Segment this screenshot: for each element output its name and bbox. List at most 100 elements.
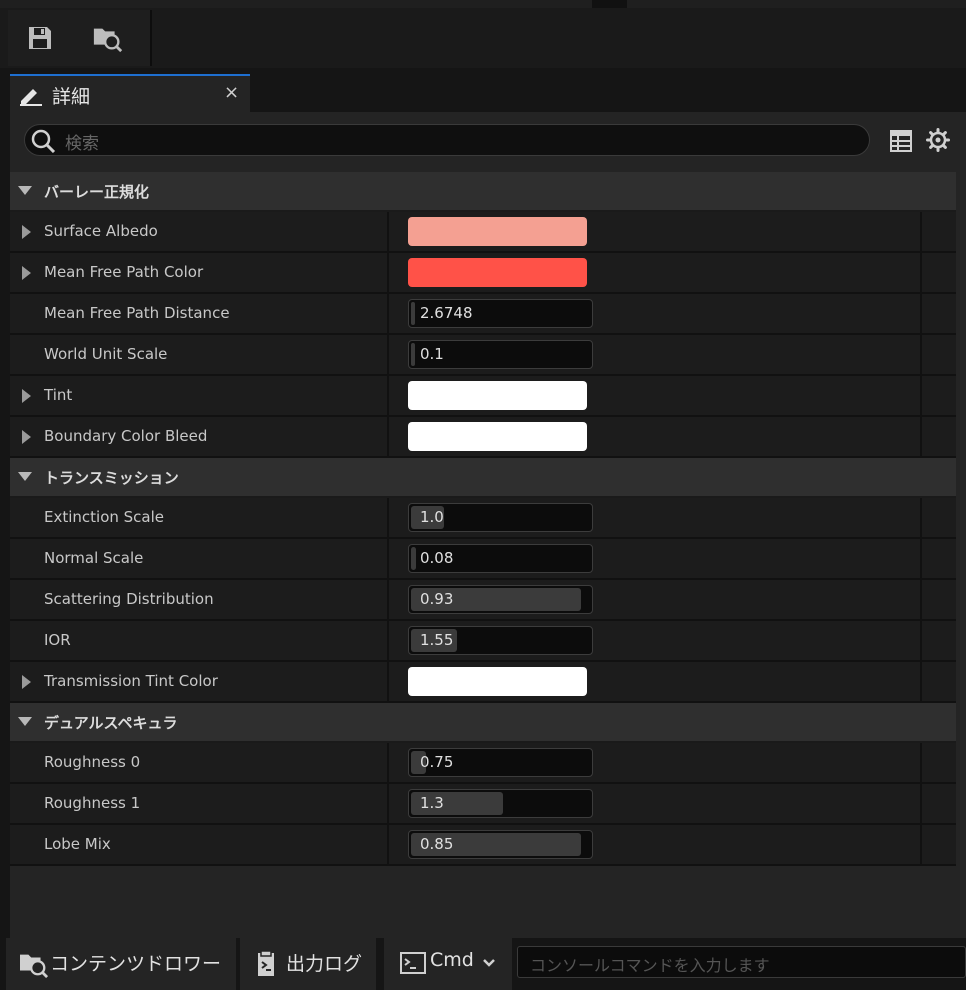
property-reset-cell	[922, 621, 956, 660]
property-name-cell: Tint	[10, 376, 389, 415]
category-header[interactable]: バーレー正規化	[10, 172, 956, 212]
details-panel: 検索 バーレー正規化 Surface Albedo Mean Free Path C…	[10, 112, 966, 938]
value-fill-bar	[411, 302, 415, 325]
property-row: Roughness 0 0.75	[10, 743, 956, 784]
expand-arrow-icon[interactable]	[22, 430, 31, 444]
property-label: World Unit Scale	[44, 345, 168, 363]
numeric-input[interactable]: 0.08	[408, 544, 593, 573]
color-swatch[interactable]	[408, 667, 587, 696]
property-label: Roughness 1	[44, 794, 141, 812]
content-drawer-button[interactable]: コンテンツドロワー	[6, 938, 236, 990]
numeric-value: 0.75	[420, 753, 454, 771]
category-header[interactable]: デュアルスペキュラ	[10, 703, 956, 743]
color-swatch[interactable]	[408, 258, 587, 287]
numeric-input[interactable]: 0.75	[408, 748, 593, 777]
bottom-bar: コンテンツドロワー 出力ログ Cmd コンソールコマンドを入力します	[0, 938, 966, 990]
content-drawer-label: コンテンツドロワー	[50, 953, 222, 975]
numeric-input[interactable]: 1.3	[408, 789, 593, 818]
property-row: Lobe Mix 0.85	[10, 825, 956, 866]
numeric-value: 1.0	[420, 508, 444, 526]
property-reset-cell	[922, 662, 956, 701]
numeric-value: 0.08	[420, 549, 454, 567]
property-reset-cell	[922, 743, 956, 782]
property-row: Mean Free Path Distance 2.6748	[10, 294, 956, 335]
expand-arrow-icon[interactable]	[22, 225, 31, 239]
close-icon[interactable]: ×	[224, 82, 239, 103]
toolbar	[0, 8, 966, 68]
property-label: Boundary Color Bleed	[44, 427, 208, 445]
save-icon	[29, 27, 51, 49]
toolbar-group	[8, 10, 152, 66]
table-view-icon[interactable]	[890, 130, 912, 152]
console-placeholder: コンソールコマンドを入力します	[530, 956, 770, 975]
property-label: Mean Free Path Color	[44, 263, 204, 281]
property-label: Mean Free Path Distance	[44, 304, 230, 322]
cmd-dropdown[interactable]: Cmd	[384, 938, 512, 990]
folder-search-icon	[20, 954, 49, 978]
numeric-input[interactable]: 0.93	[408, 585, 593, 614]
property-value-cell: 2.6748	[389, 294, 922, 333]
expand-arrow-icon[interactable]	[22, 675, 31, 689]
property-row: Surface Albedo	[10, 212, 956, 253]
property-row: Boundary Color Bleed	[10, 417, 956, 458]
category-header[interactable]: トランスミッション	[10, 458, 956, 498]
property-reset-cell	[922, 335, 956, 374]
numeric-input[interactable]: 2.6748	[408, 299, 593, 328]
property-value-cell: 0.93	[389, 580, 922, 619]
numeric-value: 0.1	[420, 345, 444, 363]
console-input[interactable]: コンソールコマンドを入力します	[517, 946, 966, 978]
property-reset-cell	[922, 376, 956, 415]
save-button[interactable]	[24, 22, 56, 54]
tab-details[interactable]: 詳細 ×	[10, 74, 250, 112]
property-label: Normal Scale	[44, 549, 144, 567]
top-strip-segment	[627, 0, 966, 8]
chevron-down-icon	[483, 959, 495, 967]
property-row: Transmission Tint Color	[10, 662, 956, 703]
tab-title: 詳細	[52, 86, 91, 108]
property-name-cell: Transmission Tint Color	[10, 662, 389, 701]
search-input[interactable]: 検索	[24, 124, 870, 156]
property-name-cell: Normal Scale	[10, 539, 389, 578]
category-label: デュアルスペキュラ	[44, 714, 178, 732]
property-row: IOR 1.55	[10, 621, 956, 662]
collapse-arrow-icon	[18, 717, 32, 726]
property-reset-cell	[922, 253, 956, 292]
expand-arrow-icon[interactable]	[22, 389, 31, 403]
property-reset-cell	[922, 539, 956, 578]
property-value-cell: 0.75	[389, 743, 922, 782]
numeric-input[interactable]: 0.1	[408, 340, 593, 369]
color-swatch[interactable]	[408, 422, 587, 451]
property-value-cell	[389, 662, 922, 701]
property-label: Tint	[44, 386, 73, 404]
numeric-input[interactable]: 1.55	[408, 626, 593, 655]
output-log-button[interactable]: 出力ログ	[240, 938, 376, 990]
folder-search-icon	[93, 28, 123, 53]
property-reset-cell	[922, 212, 956, 251]
color-swatch[interactable]	[408, 381, 587, 410]
property-name-cell: Surface Albedo	[10, 212, 389, 251]
gear-icon[interactable]	[926, 128, 950, 152]
color-swatch[interactable]	[408, 217, 587, 246]
numeric-value: 2.6748	[420, 304, 473, 322]
pencil-icon	[20, 89, 42, 106]
top-strip	[0, 0, 966, 8]
numeric-input[interactable]: 0.85	[408, 830, 593, 859]
property-row: Tint	[10, 376, 956, 417]
property-name-cell: IOR	[10, 621, 389, 660]
property-value-cell: 0.1	[389, 335, 922, 374]
expand-arrow-icon[interactable]	[22, 266, 31, 280]
property-label: Surface Albedo	[44, 222, 158, 240]
property-name-cell: Boundary Color Bleed	[10, 417, 389, 456]
property-row: Extinction Scale 1.0	[10, 498, 956, 539]
property-name-cell: Mean Free Path Color	[10, 253, 389, 292]
property-value-cell: 0.08	[389, 539, 922, 578]
property-name-cell: World Unit Scale	[10, 335, 389, 374]
browse-button[interactable]	[92, 22, 124, 54]
numeric-input[interactable]: 1.0	[408, 503, 593, 532]
property-reset-cell	[922, 580, 956, 619]
property-reset-cell	[922, 825, 956, 864]
property-name-cell: Roughness 0	[10, 743, 389, 782]
output-log-label: 出力ログ	[286, 953, 363, 975]
property-name-cell: Scattering Distribution	[10, 580, 389, 619]
property-value-cell: 0.85	[389, 825, 922, 864]
